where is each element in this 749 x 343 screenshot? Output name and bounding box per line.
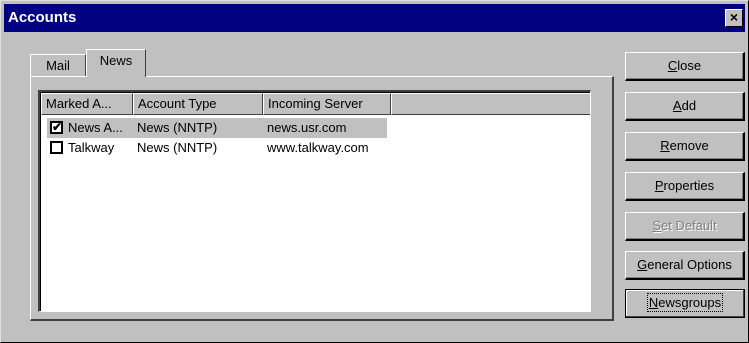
- tab-news[interactable]: News: [86, 49, 146, 77]
- account-name: News A...: [68, 120, 123, 135]
- accounts-list[interactable]: Marked A... Account Type Incoming Server…: [38, 90, 591, 312]
- list-item[interactable]: ✔ News A... News (NNTP) news.usr.com: [41, 118, 590, 138]
- account-type: News (NNTP): [137, 140, 218, 155]
- account-name: Talkway: [68, 140, 115, 155]
- close-button[interactable]: Close: [625, 52, 745, 81]
- column-header-account-type[interactable]: Account Type: [133, 93, 263, 115]
- list-header: Marked A... Account Type Incoming Server: [41, 93, 590, 115]
- remove-button[interactable]: Remove: [625, 132, 745, 161]
- account-type: News (NNTP): [137, 120, 218, 135]
- account-checkbox[interactable]: [50, 141, 63, 154]
- account-server: www.talkway.com: [267, 140, 369, 155]
- properties-button[interactable]: Properties: [625, 172, 745, 201]
- add-button[interactable]: Add: [625, 92, 745, 121]
- account-server: news.usr.com: [267, 120, 347, 135]
- general-options-button[interactable]: General Options: [625, 251, 745, 280]
- column-header-filler: [391, 93, 590, 115]
- list-item[interactable]: Talkway News (NNTP) www.talkway.com: [41, 138, 590, 158]
- title-bar: Accounts ×: [4, 4, 745, 32]
- column-header-marked[interactable]: Marked A...: [41, 93, 133, 115]
- account-checkbox[interactable]: ✔: [50, 121, 63, 134]
- close-window-button[interactable]: ×: [725, 9, 743, 27]
- newsgroups-button[interactable]: Newsgroups: [625, 289, 745, 318]
- window-title: Accounts: [8, 9, 77, 26]
- set-default-button[interactable]: Set Default: [625, 212, 745, 241]
- tab-mail[interactable]: Mail: [30, 54, 86, 76]
- column-header-incoming-server[interactable]: Incoming Server: [263, 93, 391, 115]
